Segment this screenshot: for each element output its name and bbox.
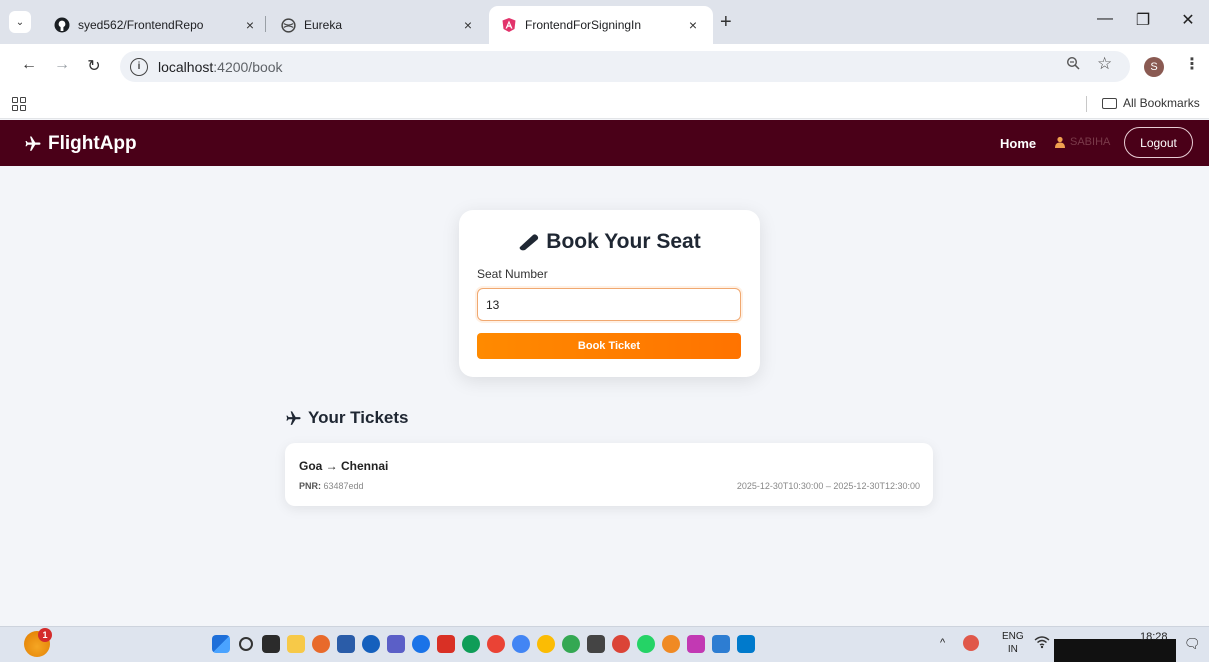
ticket-card[interactable]: Goa → Chennai PNR: 63487edd 2025-12-30T1… xyxy=(285,443,933,506)
close-icon[interactable]: × xyxy=(460,17,476,33)
file-explorer-icon[interactable] xyxy=(287,635,305,653)
ticket-pnr: PNR: 63487edd xyxy=(299,481,364,491)
postman-icon[interactable] xyxy=(662,635,680,653)
tickets-heading-text: Your Tickets xyxy=(308,408,409,427)
reload-icon[interactable]: ↻ xyxy=(84,56,104,76)
whatsapp-icon[interactable] xyxy=(637,635,655,653)
zoom-icon[interactable] xyxy=(1066,56,1080,74)
seat-number-label: Seat Number xyxy=(477,267,548,281)
user-name: SABIHA xyxy=(1070,136,1111,148)
mcafee-icon[interactable] xyxy=(437,635,455,653)
menu-dots-icon[interactable]: ⋮ xyxy=(1184,54,1200,74)
tab-label: Eureka xyxy=(304,18,343,32)
minimize-icon[interactable]: — xyxy=(1093,10,1117,28)
teams-icon[interactable] xyxy=(387,635,405,653)
app-navbar: FlightApp Home SABIHA Logout xyxy=(0,120,1209,166)
browser-toolbar: ← → ↻ i localhost:4200/book ☆ ⋮ xyxy=(0,44,1209,89)
chrome-icon[interactable] xyxy=(487,635,505,653)
globe-icon xyxy=(280,17,296,33)
tickets-heading: Your Tickets xyxy=(285,408,408,428)
url-path: :4200/book xyxy=(213,58,283,75)
terminal-icon[interactable] xyxy=(587,635,605,653)
booking-card: Book Your Seat Seat Number Book Ticket xyxy=(459,210,760,377)
logout-button[interactable]: Logout xyxy=(1124,127,1193,158)
address-bar[interactable]: i localhost:4200/book xyxy=(120,51,1130,82)
store-icon[interactable] xyxy=(337,635,355,653)
browser-tabstrip: ⌄ syed562/FrontendRepo × Eureka × Fronte… xyxy=(0,0,1209,44)
booking-title: Book Your Seat xyxy=(459,230,760,254)
seat-number-input[interactable] xyxy=(477,288,741,321)
tab-divider xyxy=(265,16,266,32)
ticket-times: 2025-12-30T10:30:00 – 2025-12-30T12:30:0… xyxy=(736,481,920,491)
tab-eureka[interactable]: Eureka × xyxy=(268,6,488,44)
book-ticket-button[interactable]: Book Ticket xyxy=(477,333,741,359)
url-host: localhost xyxy=(158,58,214,75)
taskbar-apps xyxy=(212,635,755,653)
tab-search-chevron-icon[interactable]: ⌄ xyxy=(9,11,31,33)
help-icon[interactable] xyxy=(412,635,430,653)
brand-logo[interactable]: FlightApp xyxy=(24,133,137,155)
brand-name: FlightApp xyxy=(48,133,137,154)
window-close-icon[interactable]: ✕ xyxy=(1176,10,1200,30)
bookmark-star-icon[interactable]: ☆ xyxy=(1097,54,1112,74)
lang-code: ENG xyxy=(1002,631,1024,642)
new-tab-button[interactable]: + xyxy=(720,12,732,32)
browser-icon[interactable] xyxy=(562,635,580,653)
restore-icon[interactable]: ❐ xyxy=(1131,10,1155,30)
task-view-icon[interactable] xyxy=(262,635,280,653)
start-windows-icon[interactable] xyxy=(212,635,230,653)
back-arrow-icon[interactable]: ← xyxy=(19,56,39,74)
site-info-icon[interactable]: i xyxy=(130,57,148,76)
tab-label: FrontendForSigningIn xyxy=(525,18,642,32)
system-clock[interactable]: 18:28 xyxy=(1140,630,1168,644)
notification-icon[interactable]: 🗨 xyxy=(1184,636,1201,652)
language-indicator[interactable]: ENG IN xyxy=(1002,630,1024,656)
docker-icon[interactable] xyxy=(712,635,730,653)
visual-studio-icon[interactable] xyxy=(687,635,705,653)
ticket-icon xyxy=(519,234,539,251)
main-content: Book Your Seat Seat Number Book Ticket Y… xyxy=(0,166,1209,626)
all-bookmarks-label: All Bookmarks xyxy=(1123,96,1200,110)
pnr-label: PNR: xyxy=(299,481,321,491)
lang-region: IN xyxy=(1007,644,1018,655)
bookmarks-bar: All Bookmarks xyxy=(0,89,1209,119)
windows-taskbar: 1 ^ ENG IN 18:28 🗨 xyxy=(0,626,1209,662)
wifi-icon[interactable] xyxy=(1034,635,1050,652)
user-icon xyxy=(1055,136,1065,148)
hp-icon[interactable] xyxy=(362,635,380,653)
close-icon[interactable]: × xyxy=(685,17,701,33)
notification-badge: 1 xyxy=(38,628,52,642)
tray-app-icon[interactable] xyxy=(963,635,979,651)
forward-arrow-icon[interactable]: → xyxy=(52,56,72,74)
nav-user: SABIHA xyxy=(1054,136,1110,148)
tab-label: syed562/FrontendRepo xyxy=(78,18,204,32)
profile-avatar[interactable]: S xyxy=(1144,57,1164,77)
tab-frontendrepo[interactable]: syed562/FrontendRepo × xyxy=(42,6,270,44)
chrome-profile-2-icon[interactable] xyxy=(537,635,555,653)
tab-frontendforsigningin[interactable]: FrontendForSigningIn × xyxy=(489,6,713,44)
apps-grid-icon[interactable] xyxy=(12,97,26,111)
airplane-icon xyxy=(286,410,301,425)
edge-icon[interactable] xyxy=(462,635,480,653)
tray-chevron-icon[interactable]: ^ xyxy=(940,637,945,649)
bookmarks-divider xyxy=(1086,96,1087,112)
ticket-route: Goa → Chennai xyxy=(299,459,389,473)
angular-icon xyxy=(501,17,517,33)
booking-title-text: Book Your Seat xyxy=(546,230,701,253)
vscode-icon[interactable] xyxy=(737,635,755,653)
chrome-active-icon[interactable] xyxy=(612,635,630,653)
search-icon[interactable] xyxy=(239,637,253,651)
nav-home-link[interactable]: Home xyxy=(1000,136,1036,151)
copilot-icon[interactable] xyxy=(312,635,330,653)
chrome-profile-icon[interactable] xyxy=(512,635,530,653)
pnr-value: 63487edd xyxy=(323,481,364,491)
github-icon xyxy=(54,17,70,33)
all-bookmarks-button[interactable]: All Bookmarks xyxy=(1102,96,1200,110)
close-icon[interactable]: × xyxy=(242,17,258,33)
airplane-icon xyxy=(25,136,41,151)
folder-icon xyxy=(1102,97,1117,109)
